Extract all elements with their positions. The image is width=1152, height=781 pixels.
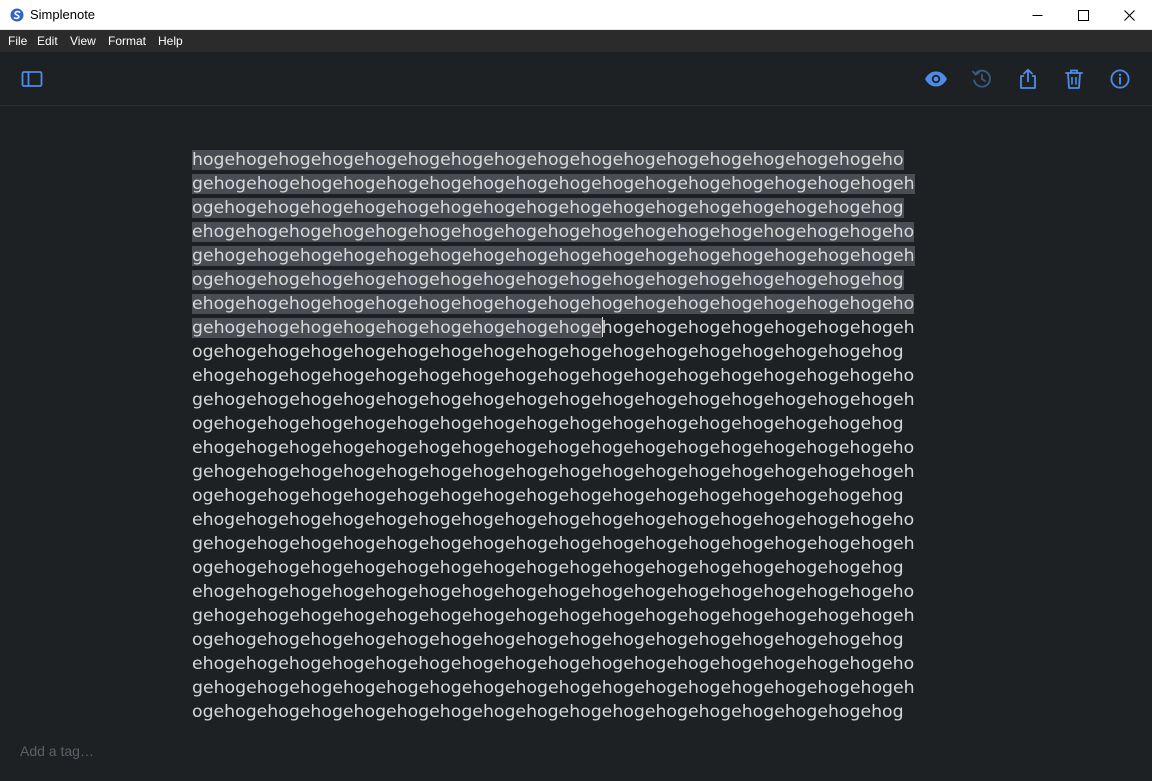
note-text-line: ogehogehogehogehogehogehogehogehogehogeh… (192, 628, 952, 652)
unselected-text: ehogehogehogehogehogehogehogehogehogehog… (192, 510, 915, 530)
note-text-line: gehogehogehogehogehogehogehogehogehogeho… (192, 460, 952, 484)
note-text-line: gehogehogehogehogehogehogehogehogehogeho… (192, 388, 952, 412)
note-text-line: ogehogehogehogehogehogehogehogehogehogeh… (192, 556, 952, 580)
selected-text: ehogehogehogehogehogehogehogehogehogehog… (192, 222, 915, 242)
note-text-line: hogehogehogehogehogehogehogehogehogehoge… (192, 148, 952, 172)
unselected-text: ehogehogehogehogehogehogehogehogehogehog… (192, 654, 915, 674)
note-text-line: gehogehogehogehogehogehogehogehogehogeho… (192, 604, 952, 628)
unselected-text: ogehogehogehogehogehogehogehogehogehogeh… (192, 630, 904, 650)
menu-view[interactable]: View (69, 30, 97, 52)
unselected-text: hogehogehogehogehogehogehogeh (601, 318, 915, 338)
toggle-sidebar-button[interactable] (18, 65, 46, 93)
trash-button[interactable] (1060, 65, 1088, 93)
note-text-line: ogehogehogehogehogehogehogehogehogehogeh… (192, 340, 952, 364)
minimize-button[interactable] (1014, 0, 1060, 30)
menu-edit[interactable]: Edit (36, 30, 59, 52)
note-text-line: ogehogehogehogehogehogehogehogehogehogeh… (192, 268, 952, 292)
maximize-button[interactable] (1060, 0, 1106, 30)
unselected-text: ogehogehogehogehogehogehogehogehogehogeh… (192, 702, 904, 722)
simplenote-logo-icon (10, 8, 24, 22)
unselected-text: gehogehogehogehogehogehogehogehogehogeho… (192, 606, 915, 626)
note-text-line: ehogehogehogehogehogehogehogehogehogehog… (192, 364, 952, 388)
info-button[interactable] (1106, 65, 1134, 93)
share-icon (1018, 68, 1038, 90)
app-window: Simplenote File Edit View Format Help ho… (0, 0, 1152, 781)
title-bar: Simplenote (0, 0, 1152, 30)
menu-help[interactable]: Help (157, 30, 184, 52)
note-text-line: ehogehogehogehogehogehogehogehogehogehog… (192, 220, 952, 244)
selected-text: gehogehogehogehogehogehogehogehogehogeho… (192, 174, 915, 194)
note-text-line: ehogehogehogehogehogehogehogehogehogehog… (192, 652, 952, 676)
tag-input[interactable] (20, 740, 420, 762)
note-text-line: ehogehogehogehogehogehogehogehogehogehog… (192, 292, 952, 316)
info-icon (1109, 68, 1131, 90)
unselected-text: ehogehogehogehogehogehogehogehogehogehog… (192, 582, 915, 602)
unselected-text: ehogehogehogehogehogehogehogehogehogehog… (192, 366, 915, 386)
eye-icon (924, 70, 948, 88)
window-title: Simplenote (30, 7, 96, 22)
note-text-line: gehogehogehogehogehogehogehogehogehogeho… (192, 172, 952, 196)
preview-button[interactable] (922, 65, 950, 93)
note-text-line: ehogehogehogehogehogehogehogehogehogehog… (192, 508, 952, 532)
unselected-text: gehogehogehogehogehogehogehogehogehogeho… (192, 462, 915, 482)
share-button[interactable] (1014, 65, 1042, 93)
note-text-line: ehogehogehogehogehogehogehogehogehogehog… (192, 436, 952, 460)
unselected-text: ehogehogehogehogehogehogehogehogehogehog… (192, 438, 915, 458)
selected-text: gehogehogehogehogehogehogehogehogehogeho… (192, 246, 915, 266)
note-text-line: ogehogehogehogehogehogehogehogehogehogeh… (192, 196, 952, 220)
unselected-text: gehogehogehogehogehogehogehogehogehogeho… (192, 678, 915, 698)
note-toolbar (0, 52, 1152, 106)
unselected-text: ogehogehogehogehogehogehogehogehogehogeh… (192, 558, 904, 578)
note-text-line: gehogehogehogehogehogehogehogehogehogeho… (192, 316, 952, 340)
unselected-text: ogehogehogehogehogehogehogehogehogehogeh… (192, 486, 904, 506)
selected-text: gehogehogehogehogehogehogehogehogehoge (192, 318, 602, 338)
note-text-line: ogehogehogehogehogehogehogehogehogehogeh… (192, 700, 952, 724)
note-text-line: ehogehogehogehogehogehogehogehogehogehog… (192, 580, 952, 604)
selected-text: ogehogehogehogehogehogehogehogehogehogeh… (192, 270, 904, 290)
maximize-icon (1077, 9, 1089, 21)
note-editor[interactable]: hogehogehogehogehogehogehogeh ogehogehoge… (192, 148, 952, 724)
note-text-line: ogehogehogehogehogehogehogehogehogehogeh… (192, 412, 952, 436)
history-button[interactable] (968, 65, 996, 93)
unselected-text: gehogehogehogehogehogehogehogehogehogeho… (192, 534, 915, 554)
selected-text: hogehogehogehogehogehogehogehogehogehoge… (192, 150, 904, 170)
trash-icon (1064, 68, 1084, 90)
menu-format[interactable]: Format (107, 30, 147, 52)
note-text-line: gehogehogehogehogehogehogehogehogehogeho… (192, 676, 952, 700)
unselected-text: gehogehogehogehogehogehogehogehogehogeho… (192, 390, 915, 410)
unselected-text: ogehogehogehogehogehogehogehogehogehogeh… (192, 414, 904, 434)
menu-file[interactable]: File (7, 30, 28, 52)
sidebar-toggle-icon (21, 70, 43, 88)
note-text-line: ogehogehogehogehogehogehogehogehogehogeh… (192, 484, 952, 508)
selected-text: ehogehogehogehogehogehogehogehogehogehog… (192, 294, 915, 314)
close-button[interactable] (1106, 0, 1152, 30)
close-icon (1123, 9, 1135, 21)
menu-bar: File Edit View Format Help (0, 30, 1152, 52)
history-icon (971, 68, 993, 90)
note-text-line: gehogehogehogehogehogehogehogehogehogeho… (192, 532, 952, 556)
note-text-line: gehogehogehogehogehogehogehogehogehogeho… (192, 244, 952, 268)
unselected-text: ogehogehogehogehogehogehogehogehogehogeh… (192, 342, 904, 362)
selected-text: ogehogehogehogehogehogehogehogehogehogeh… (192, 198, 904, 218)
minimize-icon (1032, 10, 1043, 21)
